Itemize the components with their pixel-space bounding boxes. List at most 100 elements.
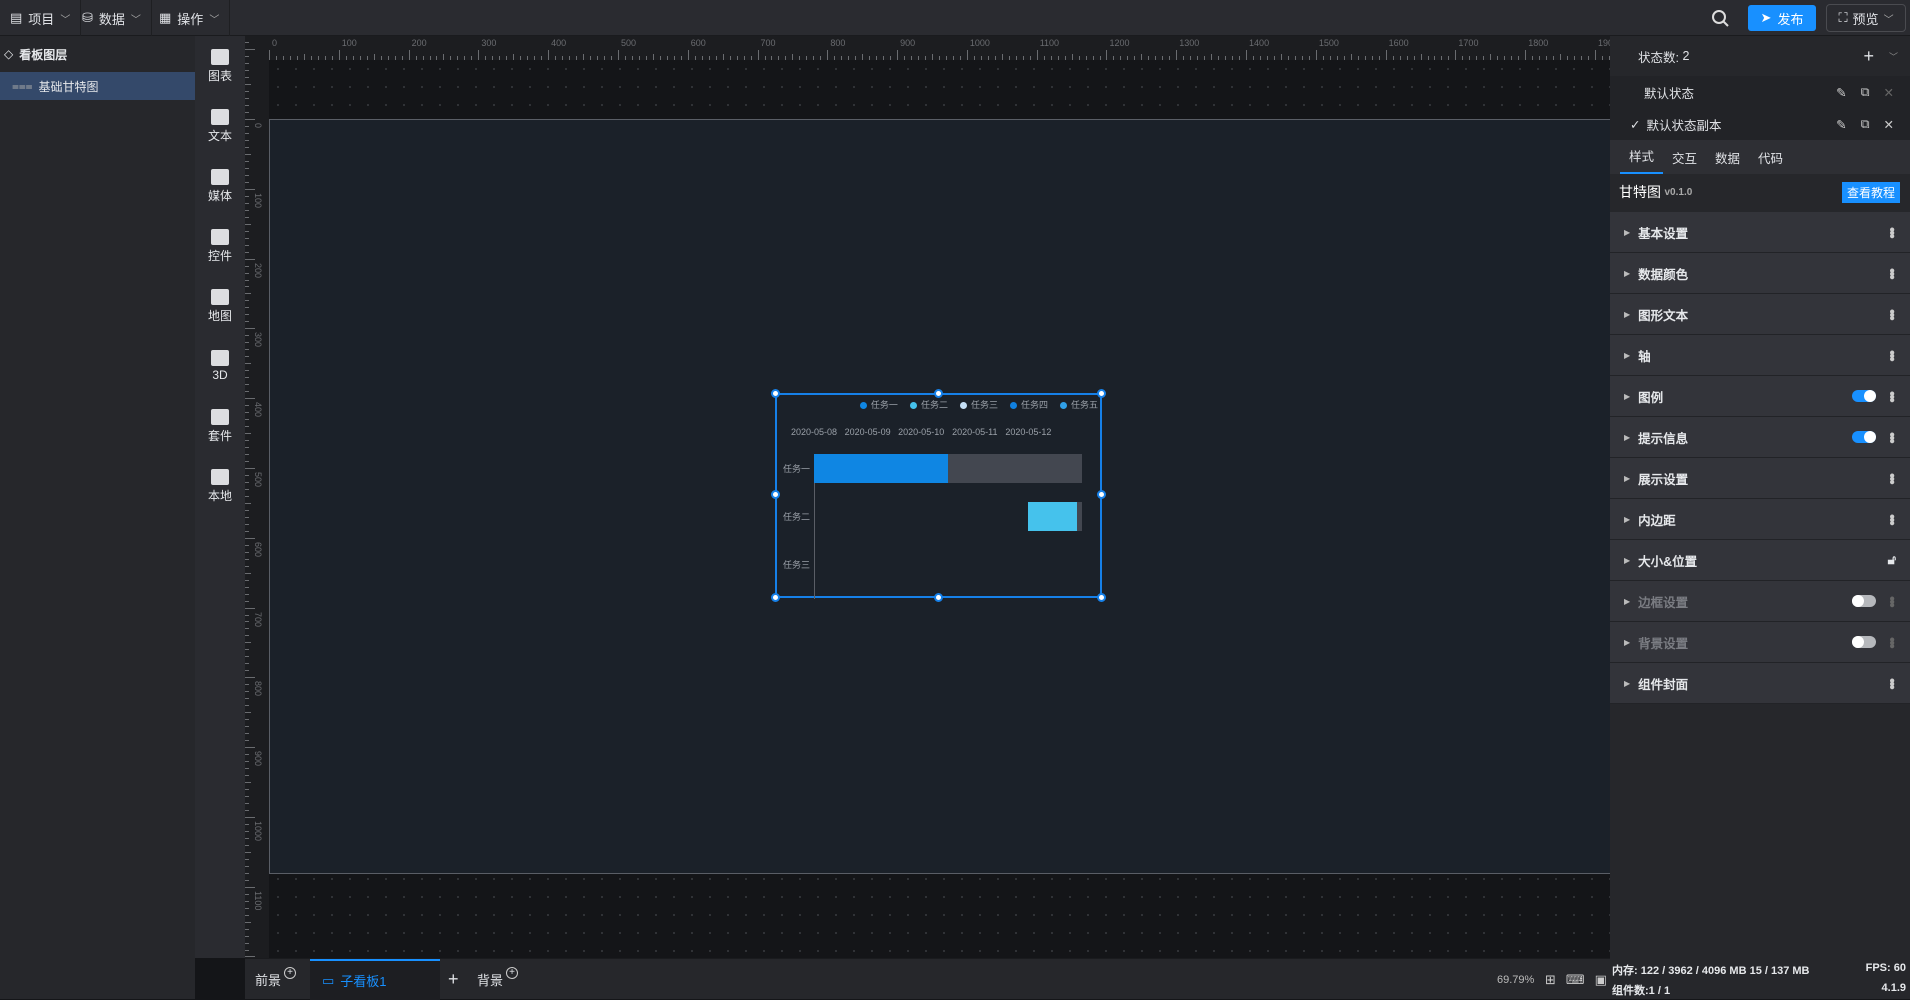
resize-handle[interactable]	[934, 389, 943, 398]
legend-item[interactable]: 任务五	[1060, 398, 1098, 411]
ruler-tick	[245, 803, 249, 804]
tool-kit[interactable]: 套件	[195, 396, 245, 456]
settings-section[interactable]: ▶图例•••	[1610, 376, 1910, 417]
toggle-switch[interactable]	[1852, 431, 1876, 443]
add-circle-icon[interactable]: +	[506, 967, 518, 979]
add-state-icon[interactable]: +	[1863, 46, 1874, 67]
toggle-switch[interactable]	[1852, 595, 1876, 607]
legend-item[interactable]: 任务四	[1010, 398, 1048, 411]
settings-section[interactable]: ▶大小&位置🔓︎	[1610, 540, 1910, 581]
ruler-tick	[245, 768, 249, 769]
menu-operation[interactable]: ▦操作﹀	[149, 0, 230, 36]
resize-handle[interactable]	[771, 490, 780, 499]
legend-item[interactable]: 任务三	[960, 398, 998, 411]
settings-section[interactable]: ▶内边距•••	[1610, 499, 1910, 540]
terminal-icon[interactable]: ▣	[1595, 972, 1607, 988]
tab-foreground[interactable]: 前景+	[255, 959, 296, 1000]
fit-screen-icon[interactable]: ⊞	[1545, 972, 1556, 988]
keyboard-icon[interactable]: ⌨	[1566, 972, 1585, 988]
more-icon[interactable]: •••	[1886, 309, 1896, 319]
more-icon[interactable]: •••	[1886, 391, 1896, 401]
tab-background[interactable]: 背景+	[477, 959, 518, 1000]
more-icon[interactable]: •••	[1886, 350, 1896, 360]
resize-handle[interactable]	[771, 593, 780, 602]
tab-sub-board[interactable]: ▭子看板1	[310, 959, 440, 1000]
settings-section[interactable]: ▶基本设置•••	[1610, 212, 1910, 253]
ruler-tick	[245, 217, 249, 218]
preview-button[interactable]: ⛶预览﹀	[1826, 4, 1906, 32]
more-icon[interactable]: •••	[1886, 473, 1896, 483]
edit-icon[interactable]: ✎	[1836, 117, 1846, 132]
ruler-tick	[1002, 54, 1003, 60]
tool-chart[interactable]: 图表	[195, 36, 245, 96]
zoom-level[interactable]: 69.79%	[1497, 959, 1534, 1000]
ruler-tick	[245, 482, 249, 483]
tab-interaction[interactable]: 交互	[1663, 148, 1706, 167]
more-icon[interactable]: •••	[1886, 596, 1896, 606]
more-icon[interactable]: •••	[1886, 268, 1896, 278]
settings-section[interactable]: ▶图形文本•••	[1610, 294, 1910, 335]
gantt-chart-component[interactable]: 任务一任务二任务三任务四任务五 2020-05-082020-05-092020…	[775, 393, 1102, 598]
close-icon[interactable]: ✕	[1884, 117, 1894, 132]
tutorial-button[interactable]: 查看教程	[1842, 182, 1900, 203]
top-bar: ▤项目﹀ ⛁数据﹀ ▦操作﹀ ➤发布 ⛶预览﹀	[0, 0, 1910, 36]
more-icon[interactable]: •••	[1886, 678, 1896, 688]
ruler-label: 1300	[1179, 38, 1199, 48]
toggle-switch[interactable]	[1852, 390, 1876, 402]
publish-button[interactable]: ➤发布	[1748, 5, 1816, 31]
ruler-tick	[653, 54, 654, 60]
tab-code[interactable]: 代码	[1749, 148, 1792, 167]
tool-media[interactable]: 媒体	[195, 156, 245, 216]
more-icon[interactable]: •••	[1886, 432, 1896, 442]
settings-section[interactable]: ▶提示信息•••	[1610, 417, 1910, 458]
ruler-tick	[827, 50, 828, 60]
edit-icon[interactable]: ✎	[1836, 85, 1846, 100]
ruler-tick	[245, 810, 249, 811]
ruler-tick	[1058, 56, 1059, 60]
settings-section[interactable]: ▶背景设置•••	[1610, 622, 1910, 663]
tool-map[interactable]: 地图	[195, 276, 245, 336]
task-bar-progress[interactable]	[814, 454, 948, 483]
search-icon[interactable]	[1710, 8, 1730, 28]
ruler-tick	[799, 56, 800, 60]
ruler-tick	[688, 50, 689, 60]
ruler-tick	[245, 496, 249, 497]
state-item-active[interactable]: ✓默认状态副本 ✎⧉✕	[1610, 108, 1910, 140]
menu-project[interactable]: ▤项目﹀	[0, 0, 81, 36]
legend-item[interactable]: 任务二	[910, 398, 948, 411]
resize-handle[interactable]	[771, 389, 780, 398]
add-circle-icon[interactable]: +	[284, 967, 296, 979]
ruler-tick	[918, 56, 919, 60]
menu-data[interactable]: ⛁数据﹀	[72, 0, 152, 36]
toggle-switch[interactable]	[1852, 636, 1876, 648]
ruler-tick	[1309, 56, 1310, 60]
close-icon[interactable]: ✕	[1884, 85, 1894, 100]
tab-data[interactable]: 数据	[1706, 148, 1749, 167]
lock-icon[interactable]: 🔓︎	[1888, 552, 1896, 568]
tool-local[interactable]: 本地	[195, 456, 245, 516]
settings-section[interactable]: ▶轴•••	[1610, 335, 1910, 376]
settings-section[interactable]: ▶边框设置•••	[1610, 581, 1910, 622]
legend-item[interactable]: 任务一	[860, 398, 898, 411]
resize-handle[interactable]	[1097, 593, 1106, 602]
resize-handle[interactable]	[934, 593, 943, 602]
copy-icon[interactable]: ⧉	[1861, 117, 1870, 132]
more-icon[interactable]: •••	[1886, 227, 1896, 237]
resize-handle[interactable]	[1097, 389, 1106, 398]
copy-icon[interactable]: ⧉	[1861, 85, 1870, 100]
add-tab-button[interactable]: +	[448, 959, 459, 1000]
layer-item[interactable]: ⩶基础甘特图	[0, 72, 195, 100]
chevron-down-icon[interactable]: ﹀	[1889, 50, 1898, 63]
tool-widget[interactable]: 控件	[195, 216, 245, 276]
resize-handle[interactable]	[1097, 490, 1106, 499]
task-bar-progress[interactable]	[1028, 502, 1076, 531]
tool-3d[interactable]: 3D	[195, 336, 245, 396]
tab-style[interactable]: 样式	[1620, 140, 1663, 174]
state-item[interactable]: 默认状态 ✎⧉✕	[1610, 76, 1910, 108]
settings-section[interactable]: ▶展示设置•••	[1610, 458, 1910, 499]
settings-section[interactable]: ▶组件封面•••	[1610, 663, 1910, 704]
more-icon[interactable]: •••	[1886, 514, 1896, 524]
tool-text[interactable]: 文本	[195, 96, 245, 156]
more-icon[interactable]: •••	[1886, 637, 1896, 647]
settings-section[interactable]: ▶数据颜色•••	[1610, 253, 1910, 294]
